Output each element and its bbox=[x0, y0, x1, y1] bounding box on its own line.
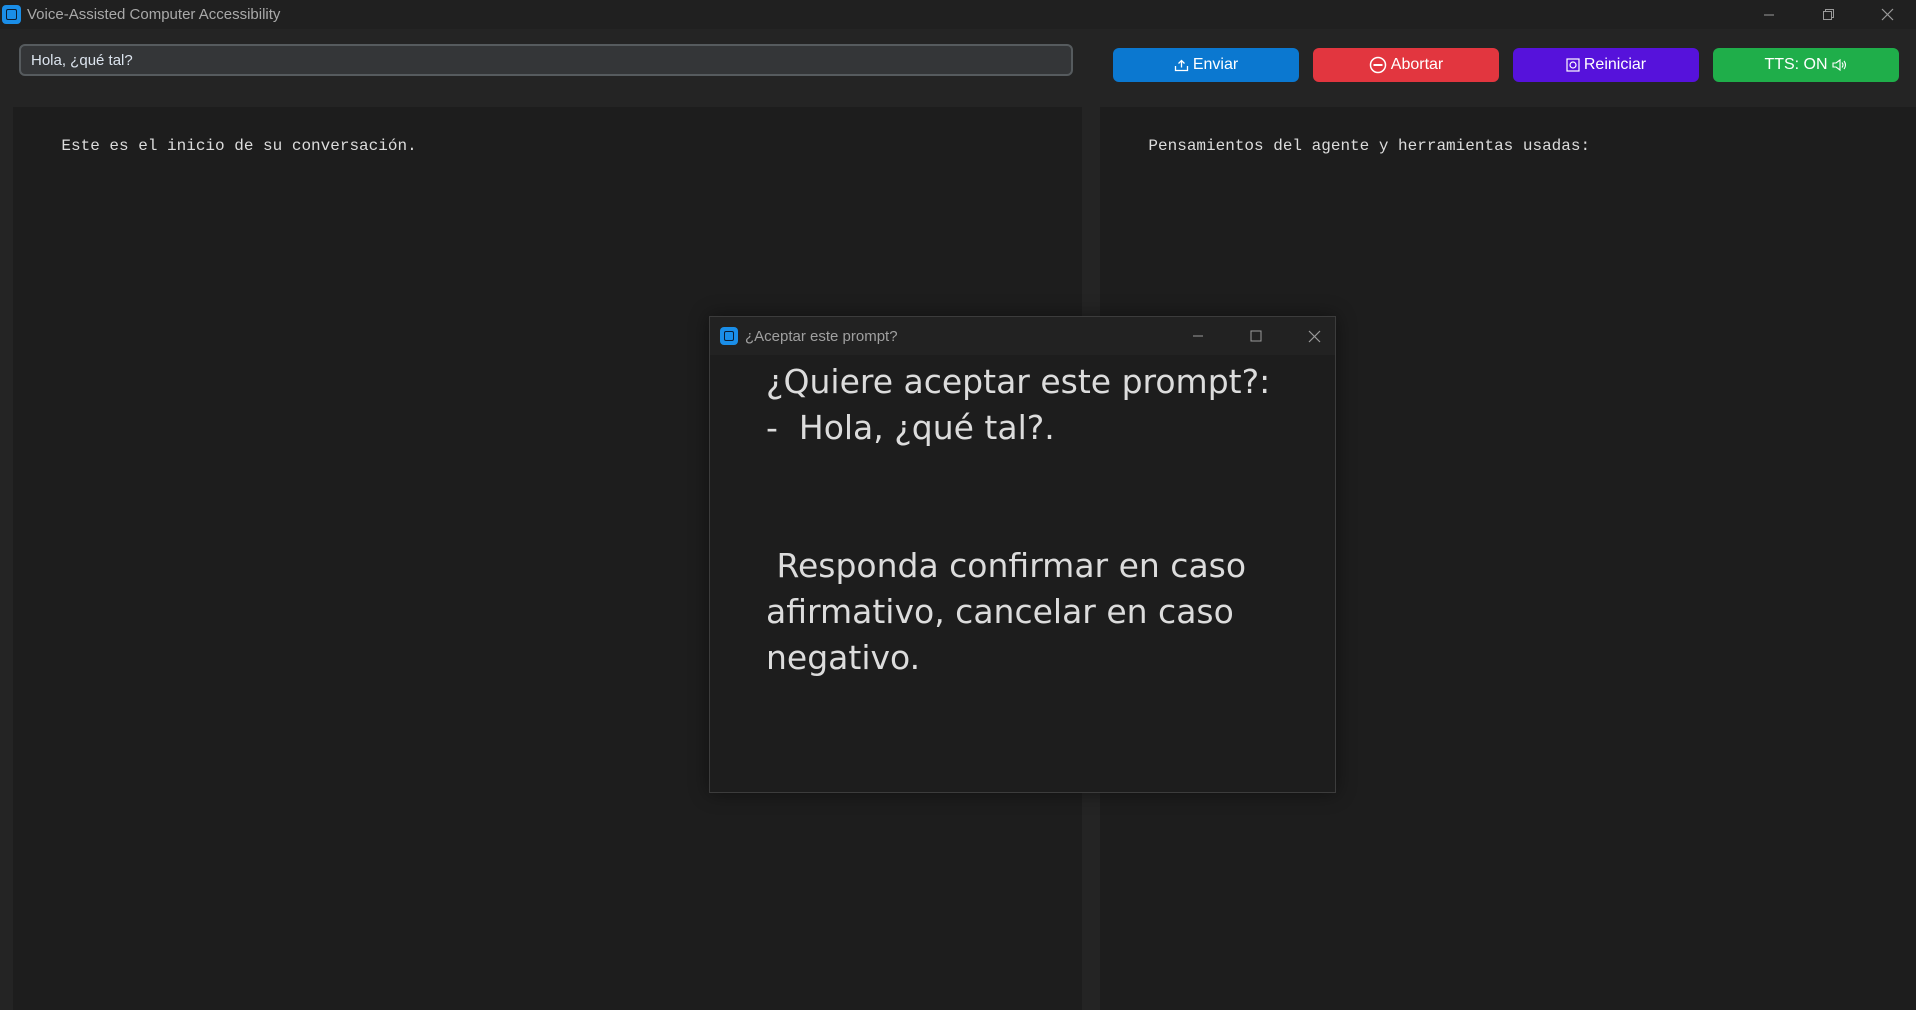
minimize-icon bbox=[1764, 14, 1774, 15]
dialog-close-button[interactable] bbox=[1290, 321, 1338, 351]
dialog-minimize-button[interactable] bbox=[1174, 321, 1222, 351]
restore-button[interactable] bbox=[1799, 0, 1857, 29]
square-reset-icon bbox=[1566, 58, 1580, 72]
maximize-icon bbox=[1250, 330, 1262, 342]
prompt-input[interactable] bbox=[19, 44, 1073, 76]
close-icon bbox=[1308, 330, 1320, 342]
restore-icon bbox=[1822, 9, 1834, 20]
dialog-maximize-button[interactable] bbox=[1232, 321, 1280, 351]
dialog-message: ¿Quiere aceptar este prompt?: - Hola, ¿q… bbox=[766, 362, 1271, 677]
conversation-text: Este es el inicio de su conversación. bbox=[61, 137, 417, 155]
dialog-title: ¿Aceptar este prompt? bbox=[745, 328, 898, 345]
upload-tray-icon bbox=[1174, 59, 1188, 71]
send-button-label: Enviar bbox=[1192, 56, 1239, 73]
app-window: Voice-Assisted Computer Accessibility Ho… bbox=[0, 0, 1916, 1010]
tts-toggle-button[interactable]: TTS: ON bbox=[1713, 48, 1899, 82]
title-bar: Voice-Assisted Computer Accessibility bbox=[0, 0, 1916, 29]
close-button[interactable] bbox=[1858, 0, 1916, 29]
app-logo-icon bbox=[2, 5, 21, 24]
speaker-icon bbox=[1831, 58, 1846, 72]
agent-thoughts-text: Pensamientos del agente y herramientas u… bbox=[1148, 137, 1591, 155]
tts-button-label: TTS: ON bbox=[1764, 56, 1828, 73]
minimize-button[interactable] bbox=[1740, 0, 1798, 29]
reset-button[interactable]: Reiniciar bbox=[1513, 48, 1699, 82]
close-icon bbox=[1881, 8, 1893, 21]
send-button[interactable]: Enviar bbox=[1113, 48, 1299, 82]
reset-button-label: Reiniciar bbox=[1583, 56, 1647, 73]
dialog-title-bar: ¿Aceptar este prompt? bbox=[710, 317, 1335, 355]
abort-button-label: Abortar bbox=[1390, 56, 1444, 73]
abort-button[interactable]: Abortar bbox=[1313, 48, 1499, 82]
no-entry-icon bbox=[1369, 56, 1387, 74]
window-title: Voice-Assisted Computer Accessibility bbox=[27, 6, 281, 23]
dialog-app-logo-icon bbox=[720, 327, 738, 345]
minimize-icon bbox=[1193, 335, 1203, 337]
confirm-prompt-dialog: ¿Aceptar este prompt? ¿Quiere aceptar es… bbox=[709, 316, 1336, 793]
